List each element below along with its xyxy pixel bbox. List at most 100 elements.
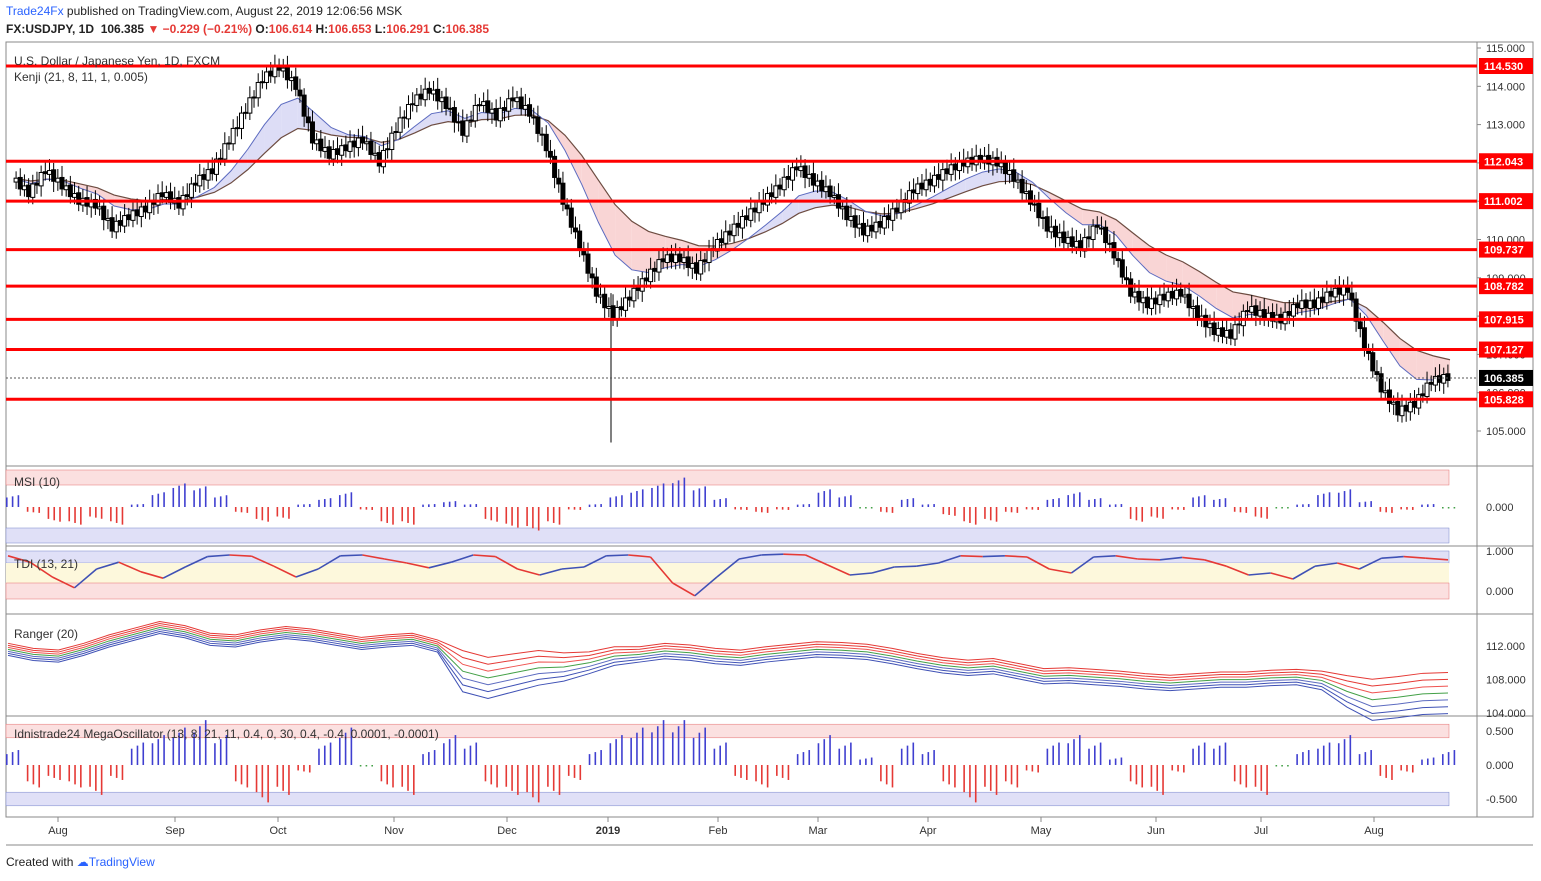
mega-bar (1391, 765, 1393, 780)
msi-bar (505, 507, 508, 524)
candle-down (1403, 404, 1409, 412)
msi-bar (26, 507, 29, 512)
tdi-tick-label: 1.000 (1486, 546, 1514, 558)
msi-bar (1379, 507, 1382, 512)
msi-bar (246, 507, 249, 513)
mega-bar (734, 765, 737, 776)
candle-down (42, 171, 48, 175)
candle-up (940, 169, 946, 181)
msi-bar (641, 489, 644, 507)
candle-up (431, 89, 437, 95)
mega-bar (454, 735, 457, 765)
candle-up (1174, 289, 1180, 300)
mega-bar (1198, 745, 1200, 765)
mega-bar (32, 765, 35, 785)
candle-down (1245, 310, 1251, 313)
candle-down (1144, 296, 1150, 309)
mega-bar (1317, 748, 1319, 765)
candle-down (927, 178, 933, 186)
chart-canvas[interactable]: 115.000114.000113.000112.000111.000110.0… (0, 0, 1541, 881)
mega-bar (817, 743, 820, 765)
candle-down (443, 96, 449, 110)
msi-bar (995, 507, 998, 522)
msi-bar (172, 487, 175, 507)
msi-bar (588, 504, 591, 507)
mega-bar (469, 745, 472, 765)
msi-bar (1183, 507, 1185, 510)
candle-up (272, 65, 278, 78)
candle-down (1386, 389, 1392, 404)
msi-bar (1287, 507, 1289, 509)
candle-up (259, 81, 265, 84)
candle-down (1328, 290, 1334, 297)
mega-bar (1099, 742, 1102, 765)
mega-bar (1432, 757, 1435, 765)
msi-bar (1037, 507, 1039, 510)
msi-bar (1391, 507, 1393, 513)
mega-bar (1337, 743, 1340, 765)
candle-up (163, 192, 169, 198)
candle-down (134, 209, 140, 217)
mega-bar (579, 765, 582, 780)
candle-up (664, 254, 670, 263)
candle-down (810, 173, 816, 186)
mega-bar (74, 765, 76, 785)
mega-bar (844, 745, 846, 765)
mega-bar (308, 765, 311, 773)
kenji-band (1366, 307, 1384, 342)
msi-bar (746, 507, 748, 510)
candle-up (439, 97, 445, 103)
msi-bar (1224, 498, 1227, 507)
tradingview-link[interactable]: TradingView (89, 855, 155, 869)
candle-up (1140, 297, 1146, 304)
candle-down (568, 207, 574, 228)
mega-bar (989, 765, 992, 791)
candle-down (827, 185, 833, 198)
candle-up (122, 215, 128, 227)
candle-down (485, 100, 491, 113)
candle-down (610, 305, 616, 320)
mega-bar (870, 757, 873, 765)
candle-up (72, 193, 78, 198)
mega-tick-label: 0.000 (1486, 760, 1514, 772)
mega-bar (172, 737, 175, 765)
msi-bar (537, 507, 540, 531)
msi-bar (151, 495, 154, 507)
msi-bar (255, 507, 258, 519)
msi-bar (766, 507, 769, 513)
msi-bar (1010, 507, 1013, 513)
candle-down (535, 116, 541, 134)
mega-bar (621, 735, 623, 765)
msi-bar (974, 507, 977, 525)
msi-bar (594, 504, 597, 507)
candle-down (539, 133, 545, 136)
level-label: 114.530 (1484, 61, 1523, 73)
mega-lower-zone (5, 791, 1450, 807)
candle-down (769, 192, 775, 198)
msi-bar (552, 507, 555, 523)
candle-up (848, 216, 854, 221)
mega-bar (303, 765, 305, 772)
msi-bar (698, 488, 701, 507)
mega-bar (630, 737, 632, 765)
msi-bar (802, 504, 805, 507)
mega-bar (448, 739, 451, 765)
candle-up (689, 262, 695, 269)
ranger-tick-label: 104.000 (1486, 708, 1526, 720)
mega-bar (796, 754, 799, 765)
msi-bar (1302, 504, 1304, 507)
candle-down (401, 116, 407, 119)
tradingview-logo-icon: ☁ (76, 855, 89, 869)
mega-bar (1260, 765, 1263, 791)
time-tick-label: Dec (497, 825, 517, 837)
msi-bar (199, 488, 201, 507)
candle-down (1336, 287, 1342, 295)
mega-bar (282, 765, 284, 791)
mega-bar (1302, 752, 1304, 765)
msi-bar (1307, 504, 1310, 507)
candle-up (222, 143, 228, 160)
msi-bar (428, 504, 430, 507)
candle-down (1186, 293, 1192, 309)
msi-bar (921, 504, 924, 507)
candle-down (1153, 297, 1159, 305)
